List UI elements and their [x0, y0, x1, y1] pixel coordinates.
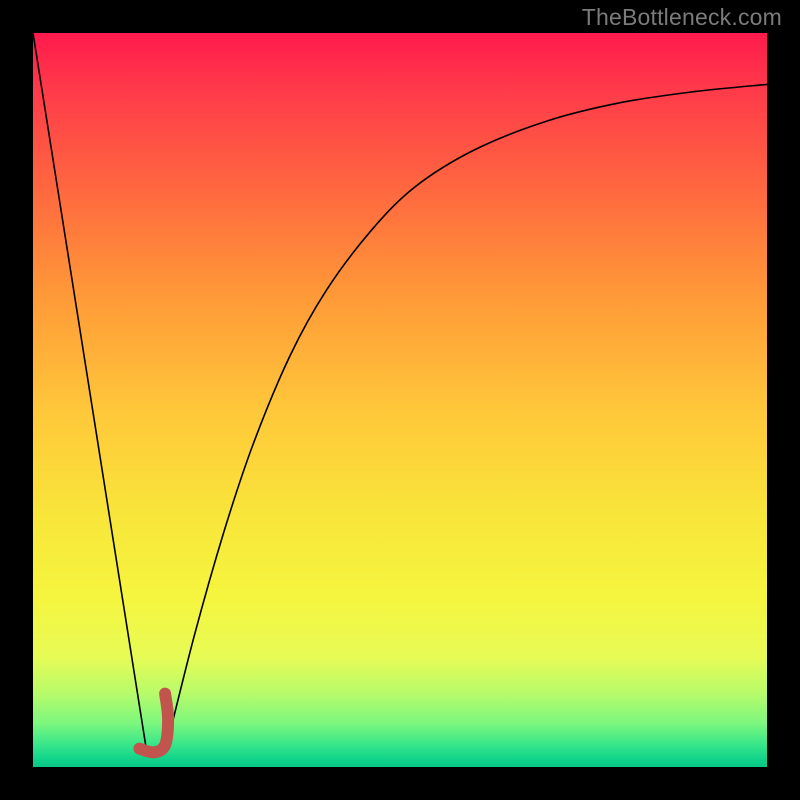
chart-frame: TheBottleneck.com — [0, 0, 800, 800]
series-layer — [33, 33, 767, 752]
curves-svg — [33, 33, 767, 767]
marker-j-shape — [139, 694, 168, 753]
right-branch-curve — [165, 84, 767, 752]
plot-area — [33, 33, 767, 767]
left-branch-line — [33, 33, 147, 752]
watermark-text: TheBottleneck.com — [582, 4, 782, 31]
